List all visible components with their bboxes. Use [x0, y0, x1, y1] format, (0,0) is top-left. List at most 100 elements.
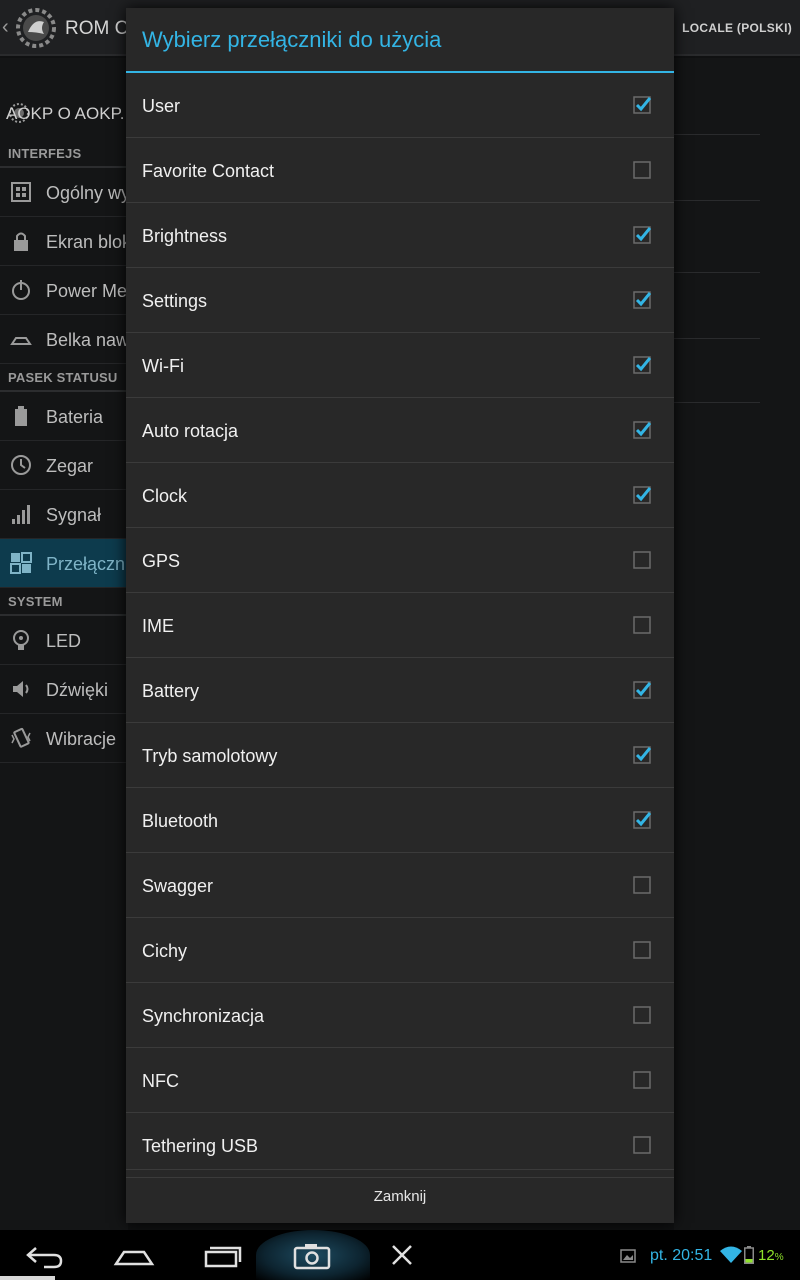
lock-icon — [14, 232, 28, 251]
toggle-row[interactable]: NFC — [126, 1048, 674, 1113]
toggle-list: User Favorite Contact Brightness Settings Wi… — [126, 73, 674, 1178]
sidebar-item-label: Ekran blok — [46, 232, 132, 252]
content-divider — [674, 134, 760, 135]
sidebar-item-label: Bateria — [46, 407, 104, 427]
sidebar-header-text: AOKP O AOKP. — [6, 104, 125, 123]
toggle-label: Bluetooth — [142, 811, 219, 831]
checkbox-unchecked[interactable] — [633, 1136, 651, 1154]
checkbox-checked[interactable] — [633, 811, 651, 829]
sidebar-item[interactable]: Power Me — [0, 266, 128, 315]
sidebar-item[interactable]: LED — [0, 616, 128, 665]
toggle-row[interactable]: Swagger — [126, 853, 674, 918]
sound-icon — [13, 681, 29, 697]
toggle-row[interactable]: Settings — [126, 268, 674, 333]
content-divider — [674, 200, 760, 201]
nav-focus-indicator — [0, 1276, 55, 1280]
sidebar-item[interactable]: Bateria — [0, 392, 128, 441]
sidebar-section-header: INTERFEJS — [0, 140, 128, 168]
checkbox-checked[interactable] — [633, 96, 651, 114]
toggle-label: Cichy — [142, 941, 188, 961]
sidebar-item-label: Ogólny wy — [46, 183, 131, 203]
content-pane — [674, 58, 800, 1230]
sidebar-item[interactable]: Zegar — [0, 441, 128, 490]
screen: ‹ ROM Co LOCALE (POLSKI) AOKP O AOKP. IN… — [0, 0, 800, 1280]
settings-sidebar: AOKP O AOKP. INTERFEJS Ogólny wy Ekran blo… — [0, 58, 132, 1230]
toggle-row[interactable]: Clock — [126, 463, 674, 528]
locale-label[interactable]: LOCALE (POLSKI) — [682, 21, 792, 35]
checkbox-checked[interactable] — [633, 421, 651, 439]
back-icon[interactable] — [14, 1236, 74, 1274]
clock-icon — [11, 455, 31, 475]
checkbox-unchecked[interactable] — [633, 941, 651, 959]
toggle-row[interactable]: Favorite Contact — [126, 138, 674, 203]
content-divider — [674, 272, 760, 273]
toggle-row[interactable]: Bluetooth — [126, 788, 674, 853]
toggle-label: GPS — [142, 551, 181, 571]
checkbox-unchecked[interactable] — [633, 616, 651, 634]
home-icon[interactable] — [104, 1236, 164, 1274]
toggle-label: Wi-Fi — [142, 356, 184, 376]
toggles-icon — [10, 552, 32, 574]
sidebar-item-label: Wibracje — [46, 729, 117, 749]
toggle-row[interactable]: Auto rotacja — [126, 398, 674, 463]
battery-icon — [15, 406, 27, 426]
toggle-row[interactable]: Wi-Fi — [126, 333, 674, 398]
toggle-row[interactable]: User — [126, 73, 674, 138]
general-icon — [11, 182, 31, 202]
toggle-row[interactable]: Tryb samolotowy — [126, 723, 674, 788]
toggle-label: Settings — [142, 291, 208, 311]
sidebar-item[interactable]: Dźwięki — [0, 665, 128, 714]
checkbox-checked[interactable] — [633, 291, 651, 309]
sidebar-section-header: PASEK STATUSU — [0, 364, 128, 392]
toggle-label: Battery — [142, 681, 200, 701]
sidebar-item[interactable]: Belka naw — [0, 315, 130, 364]
toggle-label: Brightness — [142, 226, 228, 246]
close-icon[interactable] — [372, 1236, 432, 1274]
checkbox-unchecked[interactable] — [633, 1006, 651, 1024]
sidebar-list: INTERFEJS Ogólny wy Ekran blok Power Me Belk… — [0, 140, 132, 763]
toggle-row[interactable]: Cichy — [126, 918, 674, 983]
status-clock[interactable]: pt. 20:51 — [650, 1247, 712, 1265]
up-chevron-icon[interactable]: ‹ — [2, 16, 9, 39]
checkbox-checked[interactable] — [633, 226, 651, 244]
toggle-row[interactable]: Brightness — [126, 203, 674, 268]
toggle-label: Clock — [142, 486, 188, 506]
rom-control-logo-icon[interactable] — [14, 6, 58, 50]
sidebar-item[interactable]: Przełączn — [0, 539, 128, 588]
power-icon — [12, 280, 30, 300]
sidebar-item-label: Belka naw — [46, 330, 130, 350]
checkbox-unchecked[interactable] — [633, 161, 651, 179]
toggle-label: User — [142, 96, 181, 116]
close-button[interactable]: Zamknij — [126, 1170, 674, 1224]
sidebar-header[interactable]: AOKP O AOKP. — [0, 98, 128, 128]
checkbox-checked[interactable] — [633, 486, 651, 504]
toggle-label: Auto rotacja — [142, 421, 239, 441]
toggle-row[interactable]: Synchronizacja — [126, 983, 674, 1048]
toggle-label: Tryb samolotowy — [142, 746, 278, 766]
recent-apps-icon[interactable] — [194, 1236, 254, 1274]
toggle-row[interactable]: GPS — [126, 528, 674, 593]
led-icon — [13, 630, 29, 650]
checkbox-checked[interactable] — [633, 746, 651, 764]
toggle-label: Swagger — [142, 876, 214, 896]
battery-icon — [744, 1246, 754, 1264]
sidebar-item[interactable]: Ogólny wy — [0, 168, 131, 217]
sidebar-item-label: Zegar — [46, 456, 94, 476]
camera-icon[interactable] — [283, 1236, 343, 1274]
toggle-row[interactable]: IME — [126, 593, 674, 658]
checkbox-unchecked[interactable] — [633, 876, 651, 894]
toggle-picker-dialog: Wybierz przełączniki do użycia User Favor… — [126, 8, 674, 1223]
checkbox-checked[interactable] — [633, 681, 651, 699]
checkbox-unchecked[interactable] — [633, 1071, 651, 1089]
toggle-row[interactable]: Battery — [126, 658, 674, 723]
checkbox-checked[interactable] — [633, 356, 651, 374]
checkbox-unchecked[interactable] — [633, 551, 651, 569]
sidebar-item[interactable]: Sygnał — [0, 490, 128, 539]
sidebar-item[interactable]: Wibracje — [0, 714, 128, 763]
toggle-label: Tethering USB — [142, 1136, 259, 1156]
sidebar-item-label: LED — [46, 631, 82, 651]
gallery-notification-icon[interactable] — [620, 1249, 636, 1263]
wifi-icon — [720, 1246, 742, 1263]
sidebar-item[interactable]: Ekran blok — [0, 217, 132, 266]
sidebar-item-label: Przełączn — [46, 554, 126, 574]
